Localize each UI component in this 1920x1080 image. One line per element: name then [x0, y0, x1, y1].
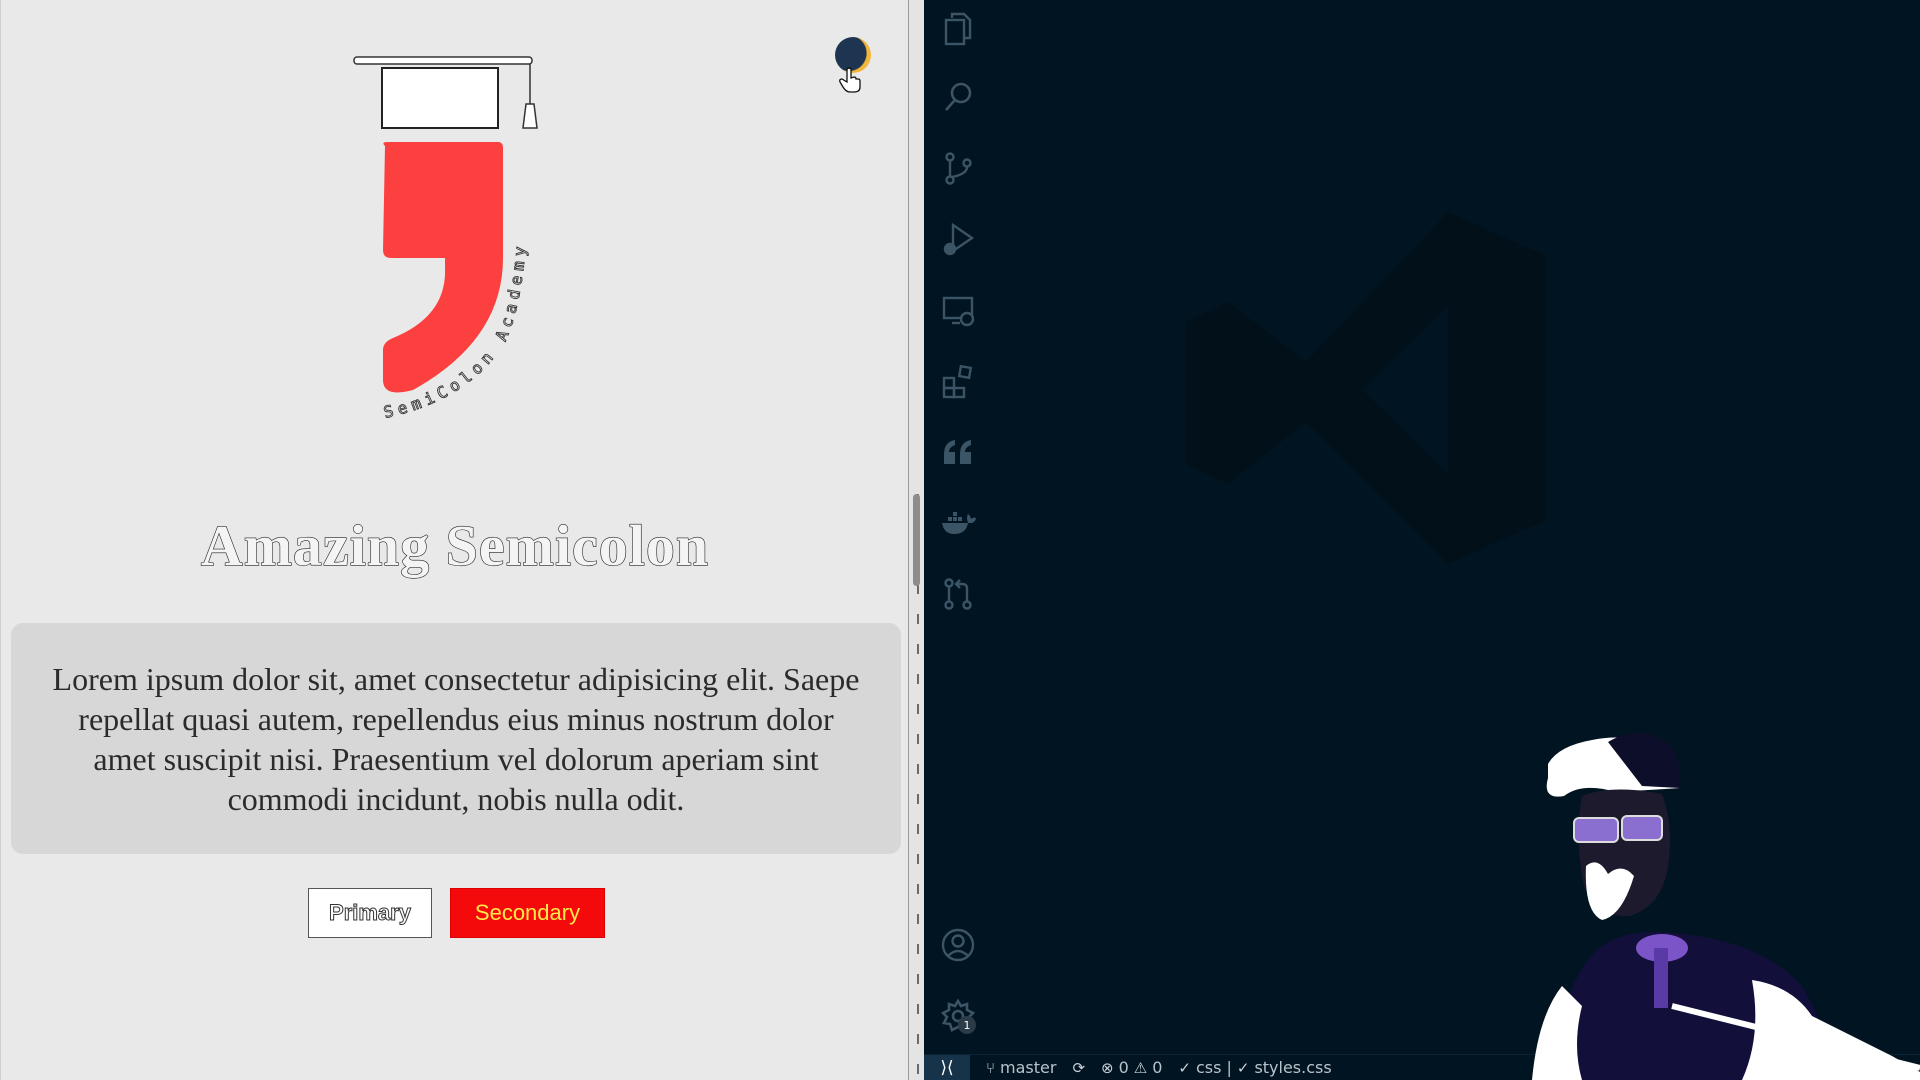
scrollbar-thumb[interactable]: [913, 494, 920, 586]
search-icon[interactable]: [938, 77, 978, 117]
remote-explorer-icon[interactable]: [938, 290, 978, 330]
secondary-button[interactable]: Secondary: [450, 888, 605, 938]
text-card: Lorem ipsum dolor sit, amet consectetur …: [11, 623, 901, 854]
sync-button[interactable]: ⟳: [1072, 1059, 1085, 1077]
branch-icon: ⑂: [986, 1058, 996, 1077]
branch-indicator[interactable]: ⑂ master: [986, 1058, 1056, 1077]
activity-bar: 1: [924, 0, 992, 1054]
primary-button[interactable]: Primary: [308, 888, 432, 938]
check-icon: ✓: [1236, 1058, 1250, 1077]
files-icon[interactable]: [938, 8, 978, 48]
pane-splitter[interactable]: [908, 0, 924, 1080]
extensions-icon[interactable]: [938, 361, 978, 401]
semicolon-academy-logo: SemiColon Academy: [353, 56, 538, 422]
button-row: Primary Secondary: [308, 888, 605, 938]
error-count: 0: [1118, 1058, 1129, 1077]
pull-request-icon[interactable]: [938, 574, 978, 614]
account-icon[interactable]: [938, 925, 978, 965]
file-label: styles.css: [1254, 1058, 1332, 1077]
language-label: css: [1196, 1058, 1222, 1077]
branch-name: master: [1000, 1058, 1057, 1077]
language-indicator[interactable]: ✓ css | ✓ styles.css: [1178, 1058, 1331, 1077]
source-control-icon[interactable]: [938, 148, 978, 188]
page-title: Amazing Semicolon: [200, 512, 710, 578]
status-separator: |: [1226, 1058, 1232, 1077]
lorem-paragraph: Lorem ipsum dolor sit, amet consectetur …: [52, 660, 860, 817]
check-icon: ✓: [1178, 1058, 1191, 1077]
run-debug-icon[interactable]: [938, 219, 978, 259]
sync-icon: ⟳: [1072, 1058, 1086, 1077]
warning-icon: ⚠: [1133, 1058, 1148, 1077]
warning-count: 0: [1152, 1058, 1163, 1077]
browser-preview: SemiColon Academy Amazing Semicolon Lore…: [0, 0, 908, 1080]
problems-indicator[interactable]: ⊗ 0 ⚠ 0: [1101, 1058, 1162, 1077]
vscode-watermark-logo: [1186, 212, 1546, 564]
pointer-hand-icon: [839, 67, 861, 93]
remote-indicator[interactable]: ⟩⟨: [924, 1054, 970, 1080]
docker-icon[interactable]: [938, 503, 978, 543]
settings-badge: 1: [958, 1016, 976, 1034]
quote-icon[interactable]: [938, 432, 978, 472]
webcam-presenter: [1532, 732, 1920, 1080]
error-icon: ⊗: [1101, 1058, 1114, 1077]
